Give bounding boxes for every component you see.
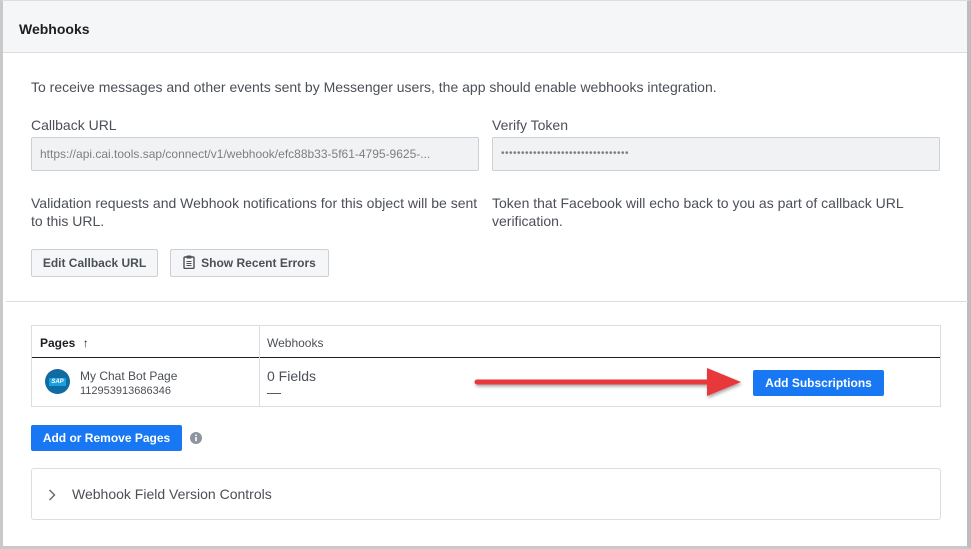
fields-detail: —: [267, 384, 281, 400]
webhook-field-version-controls[interactable]: Webhook Field Version Controls: [31, 468, 941, 520]
sap-logo: SAP: [49, 377, 66, 386]
arrow-annotation: [474, 368, 741, 396]
show-recent-errors-label: Show Recent Errors: [201, 256, 316, 270]
webhooks-column-header: Webhooks: [267, 336, 324, 350]
fields-count: 0 Fields: [267, 368, 317, 384]
clipboard-icon: [183, 255, 195, 272]
add-remove-pages-button[interactable]: Add or Remove Pages: [31, 425, 182, 451]
table-header: Pages ↑ Webhooks: [32, 326, 940, 358]
accordion-label: Webhook Field Version Controls: [72, 486, 272, 502]
page-name: My Chat Bot Page: [80, 369, 178, 383]
add-subscriptions-button[interactable]: Add Subscriptions: [753, 370, 884, 396]
section-divider: [6, 301, 968, 302]
column-separator: [259, 326, 260, 406]
sort-up-icon: ↑: [82, 336, 89, 350]
pages-header-label: Pages: [40, 336, 76, 350]
panel-title: Webhooks: [19, 21, 90, 37]
callback-url-field[interactable]: https://api.cai.tools.sap/connect/v1/web…: [31, 137, 479, 171]
pages-column-header[interactable]: Pages ↑: [40, 336, 89, 350]
page-avatar: SAP: [45, 369, 70, 394]
info-icon[interactable]: [190, 431, 202, 447]
webhooks-panel: Webhooks To receive messages and other e…: [0, 0, 971, 549]
callback-url-help: Validation requests and Webhook notifica…: [31, 195, 478, 229]
intro-text: To receive messages and other events sen…: [31, 79, 717, 95]
verify-token-label: Verify Token: [492, 117, 569, 133]
verify-token-field[interactable]: ••••••••••••••••••••••••••••••••: [492, 137, 940, 171]
chevron-right-icon: [48, 488, 56, 504]
edit-callback-url-label: Edit Callback URL: [42, 256, 147, 270]
edit-callback-url-button[interactable]: Edit Callback URL: [31, 249, 158, 277]
verify-token-help: Token that Facebook will echo back to yo…: [492, 195, 904, 229]
panel-header: Webhooks: [3, 1, 967, 53]
page-id: 112953913686346: [80, 385, 171, 397]
callback-url-label: Callback URL: [31, 117, 117, 133]
show-recent-errors-button[interactable]: Show Recent Errors: [170, 249, 329, 277]
